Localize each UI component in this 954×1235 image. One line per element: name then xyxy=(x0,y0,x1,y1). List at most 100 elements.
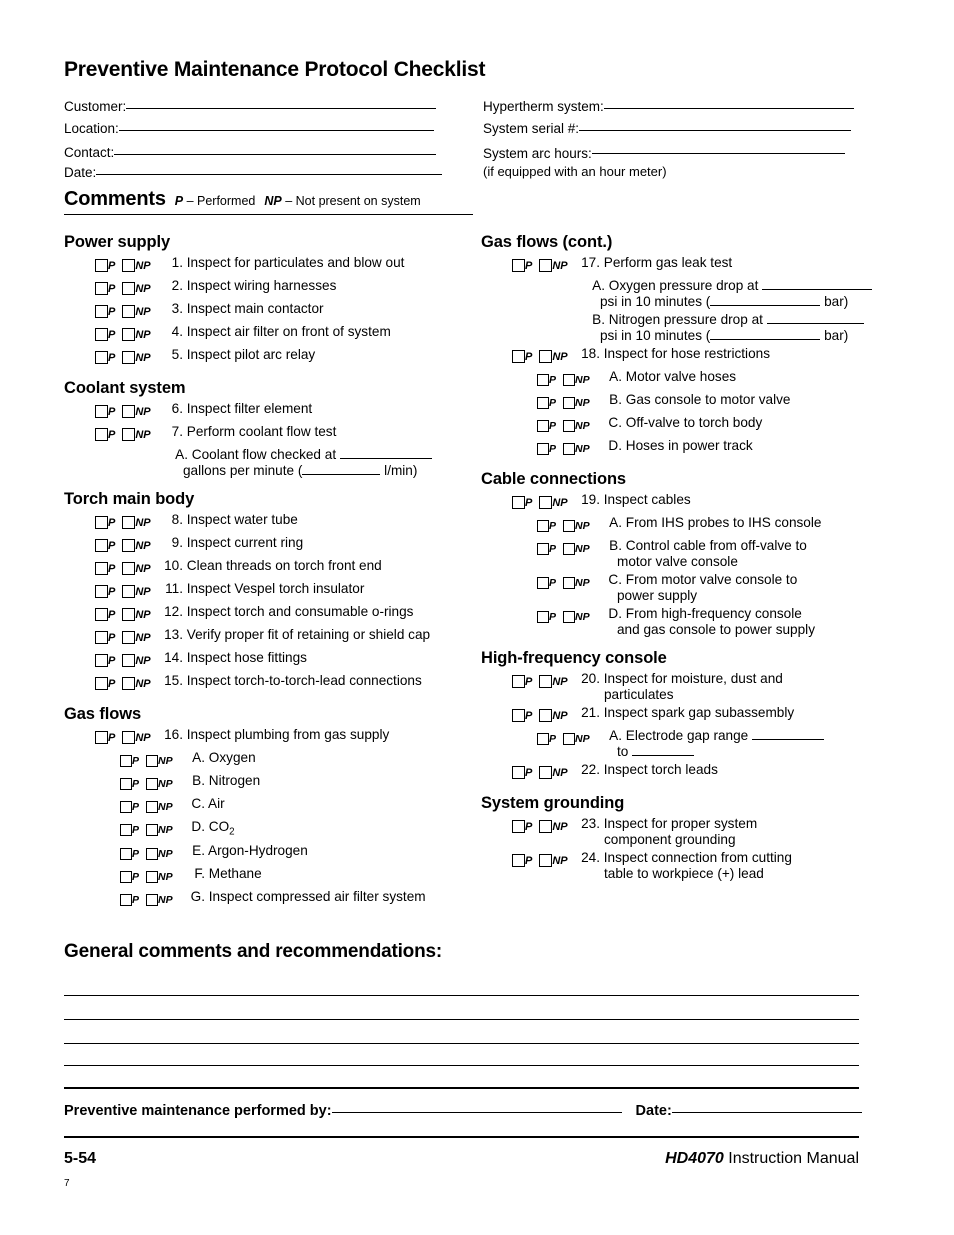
checkbox-not-present[interactable] xyxy=(563,542,576,555)
general-comments-line[interactable] xyxy=(64,995,859,996)
checkbox-not-present[interactable] xyxy=(146,754,159,767)
checkbox-performed[interactable] xyxy=(512,350,525,364)
checkbox-performed[interactable] xyxy=(512,496,525,510)
field-hypertherm-system-rule[interactable] xyxy=(603,108,854,109)
checkbox-not-present[interactable] xyxy=(563,610,576,623)
checkbox-performed[interactable] xyxy=(95,677,108,691)
checkbox-not-present[interactable] xyxy=(122,405,136,419)
checkbox-not-present[interactable] xyxy=(539,496,553,510)
checkbox-not-present[interactable] xyxy=(122,428,136,442)
performed-by-rule[interactable] xyxy=(331,1112,622,1113)
fill-in-blank[interactable] xyxy=(339,447,432,459)
checkbox-performed[interactable] xyxy=(537,373,549,386)
checkbox-not-present[interactable] xyxy=(563,732,576,745)
fill-in-blank[interactable] xyxy=(762,278,873,290)
checkbox-not-present[interactable] xyxy=(539,820,553,834)
checkbox-not-present[interactable] xyxy=(122,631,136,645)
checkbox-performed[interactable] xyxy=(95,428,108,442)
checkbox-not-present[interactable] xyxy=(122,677,136,691)
checkbox-not-present[interactable] xyxy=(563,419,576,432)
checkbox-not-present[interactable] xyxy=(146,823,159,836)
checkbox-performed[interactable] xyxy=(537,542,549,555)
checkbox-not-present[interactable] xyxy=(563,442,576,455)
checkbox-performed[interactable] xyxy=(120,893,132,906)
checkbox-not-present[interactable] xyxy=(539,766,553,780)
checkbox-not-present[interactable] xyxy=(122,539,136,553)
checkbox-performed[interactable] xyxy=(95,405,108,419)
checkbox-performed[interactable] xyxy=(95,305,108,319)
checkbox-performed[interactable] xyxy=(95,351,108,365)
checkbox-not-present[interactable] xyxy=(122,654,136,668)
fill-in-blank[interactable] xyxy=(710,294,821,306)
checkbox-performed[interactable] xyxy=(512,820,525,834)
checkbox-performed[interactable] xyxy=(95,654,108,668)
checkbox-performed[interactable] xyxy=(537,732,549,745)
field-customer-rule[interactable] xyxy=(126,108,437,109)
checkbox-performed[interactable] xyxy=(95,731,108,745)
checkbox-performed[interactable] xyxy=(120,870,132,883)
checkbox-performed[interactable] xyxy=(512,259,525,273)
checkbox-performed[interactable] xyxy=(512,675,525,689)
checkbox-not-present[interactable] xyxy=(122,516,136,530)
checkbox-performed[interactable] xyxy=(95,328,108,342)
checkbox-not-present[interactable] xyxy=(122,259,136,273)
checkbox-not-present[interactable] xyxy=(122,305,136,319)
checkbox-not-present[interactable] xyxy=(563,576,576,589)
checkbox-performed[interactable] xyxy=(537,442,549,455)
checkbox-performed[interactable] xyxy=(120,800,132,813)
general-comments-line[interactable] xyxy=(64,1043,859,1044)
checkbox-performed[interactable] xyxy=(537,576,549,589)
checkbox-not-present[interactable] xyxy=(563,519,576,532)
checkbox-performed[interactable] xyxy=(95,608,108,622)
field-system-serial-rule[interactable] xyxy=(579,130,852,131)
checkbox-performed[interactable] xyxy=(537,610,549,623)
general-comments-line[interactable] xyxy=(64,1019,859,1020)
checkbox-not-present[interactable] xyxy=(122,731,136,745)
checkbox-performed[interactable] xyxy=(120,847,132,860)
checkbox-not-present[interactable] xyxy=(563,373,576,386)
checkbox-performed[interactable] xyxy=(95,585,108,599)
checkbox-performed[interactable] xyxy=(512,854,525,868)
checkbox-performed[interactable] xyxy=(537,419,549,432)
checkbox-not-present[interactable] xyxy=(563,396,576,409)
checkbox-not-present[interactable] xyxy=(539,350,553,364)
checkbox-performed[interactable] xyxy=(95,631,108,645)
checkbox-not-present[interactable] xyxy=(539,675,553,689)
fill-in-blank[interactable] xyxy=(632,744,695,756)
checkbox-not-present[interactable] xyxy=(539,709,553,723)
footer-date-rule[interactable] xyxy=(671,1112,862,1113)
field-date-rule[interactable] xyxy=(96,174,443,175)
general-comments-line[interactable] xyxy=(64,1065,859,1066)
field-contact-rule[interactable] xyxy=(114,154,437,155)
field-system-arc-hours-rule[interactable] xyxy=(591,153,845,154)
checkbox-performed[interactable] xyxy=(95,562,108,576)
fill-in-blank[interactable] xyxy=(751,728,824,740)
checkbox-not-present[interactable] xyxy=(122,328,136,342)
checkbox-not-present[interactable] xyxy=(122,282,136,296)
checkbox-performed[interactable] xyxy=(95,539,108,553)
checkbox-not-present[interactable] xyxy=(146,777,159,790)
checkbox-performed[interactable] xyxy=(95,259,108,273)
checkbox-performed[interactable] xyxy=(537,519,549,532)
checkbox-performed[interactable] xyxy=(537,396,549,409)
checkbox-performed[interactable] xyxy=(512,709,525,723)
checkbox-not-present[interactable] xyxy=(146,800,159,813)
checkbox-not-present[interactable] xyxy=(539,259,553,273)
checkbox-performed[interactable] xyxy=(95,282,108,296)
checkbox-not-present[interactable] xyxy=(122,351,136,365)
checkbox-not-present[interactable] xyxy=(539,854,553,868)
checkbox-performed[interactable] xyxy=(95,516,108,530)
checkbox-not-present[interactable] xyxy=(122,562,136,576)
fill-in-blank[interactable] xyxy=(766,312,864,324)
checkbox-not-present[interactable] xyxy=(146,847,159,860)
fill-in-blank[interactable] xyxy=(710,328,821,340)
checkbox-performed[interactable] xyxy=(512,766,525,780)
checkbox-not-present[interactable] xyxy=(122,608,136,622)
checkbox-not-present[interactable] xyxy=(146,893,159,906)
fill-in-blank[interactable] xyxy=(302,463,381,475)
field-location-rule[interactable] xyxy=(118,130,434,131)
checkbox-performed[interactable] xyxy=(120,823,132,836)
checkbox-performed[interactable] xyxy=(120,754,132,767)
checkbox-performed[interactable] xyxy=(120,777,132,790)
checkbox-not-present[interactable] xyxy=(146,870,159,883)
